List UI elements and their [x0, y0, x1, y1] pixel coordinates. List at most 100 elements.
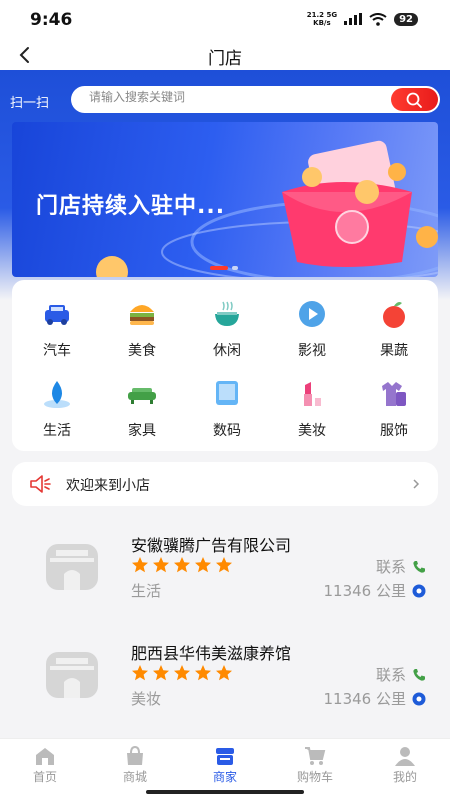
category-label: 休闲 — [213, 343, 241, 359]
star-icon — [153, 665, 169, 681]
category-car[interactable]: 汽车 — [17, 298, 97, 368]
carousel-indicator — [210, 266, 238, 270]
burger-icon — [130, 305, 154, 325]
category-beauty[interactable]: 美妆 — [272, 378, 352, 448]
category-label: 果蔬 — [380, 343, 408, 359]
store-distance: 11346 公里 — [324, 688, 427, 709]
apple-icon — [383, 302, 405, 328]
battery-indicator: 92 — [394, 12, 418, 26]
phone-icon — [413, 668, 425, 681]
status-indicators: 21.2 5G KB/s 92 — [307, 11, 418, 27]
category-label: 汽车 — [43, 343, 71, 359]
nav-merchants[interactable]: 商家 — [180, 739, 270, 789]
category-digital[interactable]: 数码 — [187, 378, 267, 448]
store-distance: 11346 公里 — [324, 580, 427, 601]
rating-stars — [131, 664, 233, 682]
search-bar[interactable] — [71, 86, 440, 113]
car-icon — [45, 305, 69, 325]
tablet-icon — [216, 381, 238, 405]
star-icon — [153, 557, 169, 573]
star-icon — [132, 557, 148, 573]
clothes-icon — [382, 382, 406, 406]
nav-label: 商家 — [212, 770, 237, 784]
category-label: 数码 — [213, 423, 241, 439]
star-icon — [195, 557, 211, 573]
category-label: 家具 — [128, 423, 156, 439]
distance-value: 11346 公里 — [323, 690, 407, 708]
category-label: 美食 — [128, 343, 156, 359]
store-name: 肥西县华伟美滋康养馆 — [131, 644, 292, 663]
star-icon — [132, 665, 148, 681]
lipstick-icon — [304, 382, 321, 406]
sofa-icon — [128, 388, 156, 404]
cart-icon — [305, 747, 326, 765]
phone-icon — [413, 560, 425, 573]
scan-button[interactable]: 扫一扫 — [10, 92, 49, 111]
store-icon — [216, 748, 234, 765]
network-speed-value: 21.2 5G — [306, 11, 338, 19]
category-food[interactable]: 美食 — [102, 298, 182, 368]
contact-button[interactable]: 联系 — [376, 556, 426, 577]
nav-label: 首页 — [32, 770, 57, 784]
category-furniture[interactable]: 家具 — [102, 378, 182, 448]
welcome-notice[interactable]: 欢迎来到小店 — [12, 462, 438, 506]
status-time: 9:46 — [30, 10, 73, 30]
water-drop-icon — [44, 381, 70, 408]
carousel-dot — [232, 266, 238, 270]
notice-text: 欢迎来到小店 — [66, 478, 150, 494]
category-grid: 汽车 美食 休闲 影视 果蔬 生活 家具 数码 美妆 服饰 — [12, 280, 438, 451]
category-label: 影视 — [298, 343, 326, 359]
signal-icon — [344, 13, 363, 25]
network-speed: 21.2 5G KB/s — [307, 11, 337, 27]
title-bar: 门店 — [0, 40, 450, 70]
network-speed-unit: KB/s — [313, 19, 331, 27]
promo-banner[interactable]: 门店持续入驻中... — [12, 122, 438, 277]
category-label: 服饰 — [380, 423, 408, 439]
contact-label: 联系 — [375, 558, 406, 576]
rating-stars — [131, 556, 233, 574]
nav-label: 购物车 — [296, 770, 333, 784]
store-card[interactable]: 肥西县华伟美滋康养馆 美妆 联系 11346 公里 — [0, 630, 450, 740]
nav-mall[interactable]: 商城 — [90, 739, 180, 789]
store-card[interactable]: 安徽骥腾广告有限公司 生活 联系 11346 公里 — [0, 522, 450, 632]
wifi-icon — [369, 12, 387, 26]
distance-value: 11346 公里 — [323, 582, 407, 600]
banner-headline: 门店持续入驻中... — [36, 194, 226, 219]
store-category: 美妆 — [131, 690, 162, 708]
category-label: 生活 — [43, 423, 71, 439]
nav-label: 商城 — [122, 770, 147, 784]
category-life[interactable]: 生活 — [17, 378, 97, 448]
nav-profile[interactable]: 我的 — [360, 739, 450, 789]
home-indicator[interactable] — [146, 790, 304, 794]
page-title: 门店 — [208, 49, 242, 69]
category-movies[interactable]: 影视 — [272, 298, 352, 368]
category-leisure[interactable]: 休闲 — [187, 298, 267, 368]
category-label: 美妆 — [298, 423, 326, 439]
search-input[interactable] — [89, 90, 379, 104]
search-button[interactable] — [391, 88, 438, 111]
store-placeholder-icon — [46, 544, 98, 590]
search-icon — [406, 92, 422, 108]
shopping-bag-icon — [127, 746, 143, 765]
nav-label: 我的 — [392, 770, 417, 784]
contact-label: 联系 — [375, 666, 406, 684]
category-clothing[interactable]: 服饰 — [354, 378, 434, 448]
star-icon — [195, 665, 211, 681]
location-pin-icon — [412, 692, 426, 705]
teacup-icon — [215, 301, 239, 326]
carousel-dot-active — [210, 266, 228, 270]
nav-home[interactable]: 首页 — [0, 739, 90, 789]
nav-cart[interactable]: 购物车 — [270, 739, 360, 789]
store-placeholder-icon — [46, 652, 98, 698]
user-icon — [395, 747, 415, 766]
star-icon — [216, 557, 232, 573]
play-icon — [299, 301, 325, 327]
star-icon — [174, 665, 190, 681]
store-category: 生活 — [131, 582, 162, 600]
star-icon — [216, 665, 232, 681]
contact-button[interactable]: 联系 — [376, 664, 426, 685]
category-produce[interactable]: 果蔬 — [354, 298, 434, 368]
store-name: 安徽骥腾广告有限公司 — [131, 536, 292, 555]
chevron-right-icon — [413, 479, 420, 489]
location-pin-icon — [412, 584, 426, 597]
